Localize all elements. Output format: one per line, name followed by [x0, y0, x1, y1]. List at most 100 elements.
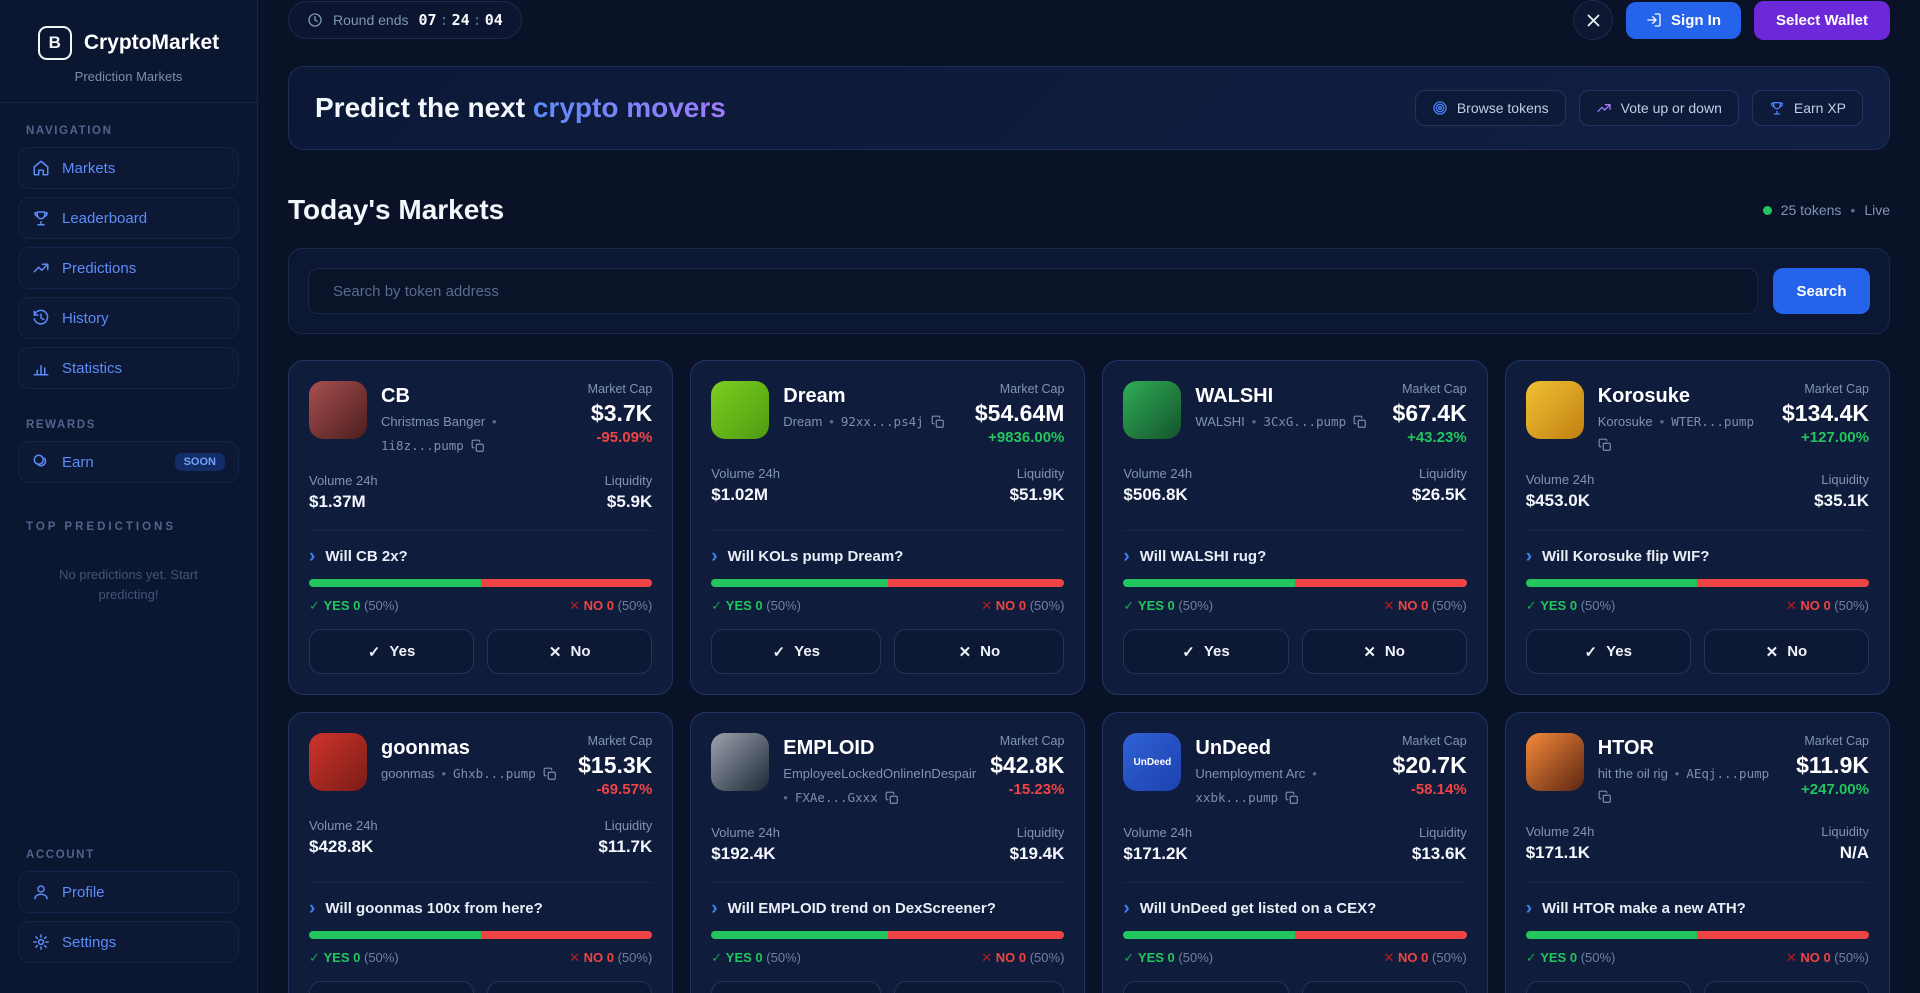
- market-cap-change: +9836.00%: [975, 429, 1065, 446]
- token-icon: UnDeed: [1123, 733, 1181, 791]
- liquidity-value: $5.9K: [605, 492, 653, 512]
- yes-percent: (50%): [766, 950, 801, 965]
- search-button[interactable]: Search: [1773, 268, 1870, 314]
- copy-address-icon[interactable]: [543, 767, 557, 781]
- check-icon: ✓: [368, 643, 381, 661]
- no-button[interactable]: ✕No: [1704, 629, 1869, 674]
- live-label: Live: [1864, 202, 1890, 218]
- copy-address-icon[interactable]: [1285, 791, 1299, 805]
- no-button[interactable]: ✕No: [1302, 629, 1467, 674]
- trending-up-icon: [32, 259, 50, 277]
- chevron-right-icon[interactable]: ›: [711, 899, 717, 918]
- token-icon: [1123, 381, 1181, 439]
- copy-address-icon[interactable]: [931, 415, 945, 429]
- trending-up-icon: [1596, 100, 1612, 116]
- bar-chart-icon: [32, 359, 50, 377]
- browse-tokens-button[interactable]: Browse tokens: [1415, 90, 1566, 126]
- no-button-label: No: [1787, 643, 1807, 660]
- yes-stats: ✓ YES 0 (50%): [711, 950, 801, 966]
- x-icon: ✕: [569, 598, 584, 613]
- app-title: CryptoMarket: [84, 31, 219, 55]
- token-address: 1i8z...pump: [381, 438, 464, 453]
- sidebar-item-predictions[interactable]: Predictions: [18, 247, 239, 289]
- sidebar-item-markets[interactable]: Markets: [18, 147, 239, 189]
- browse-tokens-label: Browse tokens: [1457, 100, 1549, 116]
- market-cap-change: +127.00%: [1782, 429, 1869, 446]
- chevron-right-icon[interactable]: ›: [1526, 547, 1532, 566]
- token-icon-label: UnDeed: [1134, 757, 1172, 768]
- bar-no-segment: [888, 579, 1065, 587]
- copy-address-icon[interactable]: [1598, 790, 1612, 804]
- sidebar-item-settings[interactable]: Settings: [18, 921, 239, 963]
- x-social-button[interactable]: [1573, 0, 1613, 40]
- check-icon: ✓: [1182, 643, 1195, 661]
- token-icon: [711, 381, 769, 439]
- chevron-right-icon[interactable]: ›: [1526, 899, 1532, 918]
- market-cap-label: Market Cap: [1782, 381, 1869, 397]
- yes-button[interactable]: ✓Yes: [1526, 981, 1691, 993]
- no-count: NO 0: [1800, 950, 1830, 965]
- no-button[interactable]: ✕No: [894, 981, 1064, 993]
- market-cap-label: Market Cap: [1393, 381, 1467, 397]
- markets-status: 25 tokens • Live: [1763, 202, 1890, 218]
- main-area: Round ends 07:24:04 Sign In Select Walle…: [258, 0, 1920, 993]
- no-button[interactable]: ✕No: [894, 629, 1064, 674]
- no-button[interactable]: ✕No: [487, 981, 652, 993]
- yes-count: YES 0: [726, 950, 763, 965]
- yes-button[interactable]: ✓Yes: [711, 629, 881, 674]
- token-subtitle: Korosuke: [1598, 414, 1653, 429]
- sidebar-item-profile[interactable]: Profile: [18, 871, 239, 913]
- chevron-right-icon[interactable]: ›: [309, 899, 315, 918]
- sidebar-item-label: Statistics: [62, 360, 122, 377]
- vote-up-down-button[interactable]: Vote up or down: [1579, 90, 1739, 126]
- check-icon: ✓: [711, 598, 726, 613]
- chevron-right-icon[interactable]: ›: [309, 547, 315, 566]
- copy-address-icon[interactable]: [1353, 415, 1367, 429]
- yes-button-label: Yes: [1204, 643, 1230, 660]
- no-button[interactable]: ✕No: [487, 629, 652, 674]
- sidebar-item-history[interactable]: History: [18, 297, 239, 339]
- volume-value: $171.2K: [1123, 844, 1192, 864]
- token-name: EMPLOID: [783, 737, 976, 760]
- chevron-right-icon[interactable]: ›: [1123, 899, 1129, 918]
- market-cap-value: $42.8K: [990, 752, 1064, 779]
- yes-stats: ✓ YES 0 (50%): [1526, 950, 1616, 966]
- select-wallet-button[interactable]: Select Wallet: [1754, 1, 1890, 40]
- no-button[interactable]: ✕No: [1302, 981, 1467, 993]
- copy-address-icon[interactable]: [1598, 438, 1612, 452]
- sidebar-item-label: Leaderboard: [62, 210, 147, 227]
- earn-xp-button[interactable]: Earn XP: [1752, 90, 1863, 126]
- yes-button[interactable]: ✓Yes: [1526, 629, 1691, 674]
- history-icon: [32, 309, 50, 327]
- no-button[interactable]: ✕No: [1704, 981, 1869, 993]
- bar-yes-segment: [309, 579, 481, 587]
- yes-stats: ✓ YES 0 (50%): [711, 598, 801, 614]
- sidebar-item-leaderboard[interactable]: Leaderboard: [18, 197, 239, 239]
- sign-in-button[interactable]: Sign In: [1626, 2, 1741, 39]
- search-input[interactable]: [308, 268, 1758, 314]
- sidebar-item-label: Predictions: [62, 260, 136, 277]
- copy-address-icon[interactable]: [885, 791, 899, 805]
- no-count: NO 0: [1398, 950, 1428, 965]
- chevron-right-icon[interactable]: ›: [711, 547, 717, 566]
- yes-button[interactable]: ✓Yes: [1123, 981, 1288, 993]
- no-percent: (50%): [618, 598, 653, 613]
- sidebar-item-statistics[interactable]: Statistics: [18, 347, 239, 389]
- trophy-icon: [32, 209, 50, 227]
- yes-button[interactable]: ✓Yes: [309, 629, 474, 674]
- yes-button[interactable]: ✓Yes: [711, 981, 881, 993]
- clock-icon: [307, 12, 323, 28]
- divider: [0, 102, 257, 103]
- prediction-question: Will EMPLOID trend on DexScreener?: [728, 900, 996, 917]
- separator-dot: •: [1675, 766, 1680, 781]
- yes-button[interactable]: ✓Yes: [309, 981, 474, 993]
- no-count: NO 0: [996, 598, 1026, 613]
- liquidity-value: $26.5K: [1412, 485, 1467, 505]
- yes-count: YES 0: [1540, 950, 1577, 965]
- copy-address-icon[interactable]: [471, 439, 485, 453]
- chevron-right-icon[interactable]: ›: [1123, 547, 1129, 566]
- yes-button[interactable]: ✓ Yes: [1123, 629, 1288, 674]
- separator-dot: •: [492, 414, 497, 429]
- market-cap-value: $11.9K: [1796, 752, 1869, 779]
- sidebar-item-earn[interactable]: Earn SOON: [18, 441, 239, 483]
